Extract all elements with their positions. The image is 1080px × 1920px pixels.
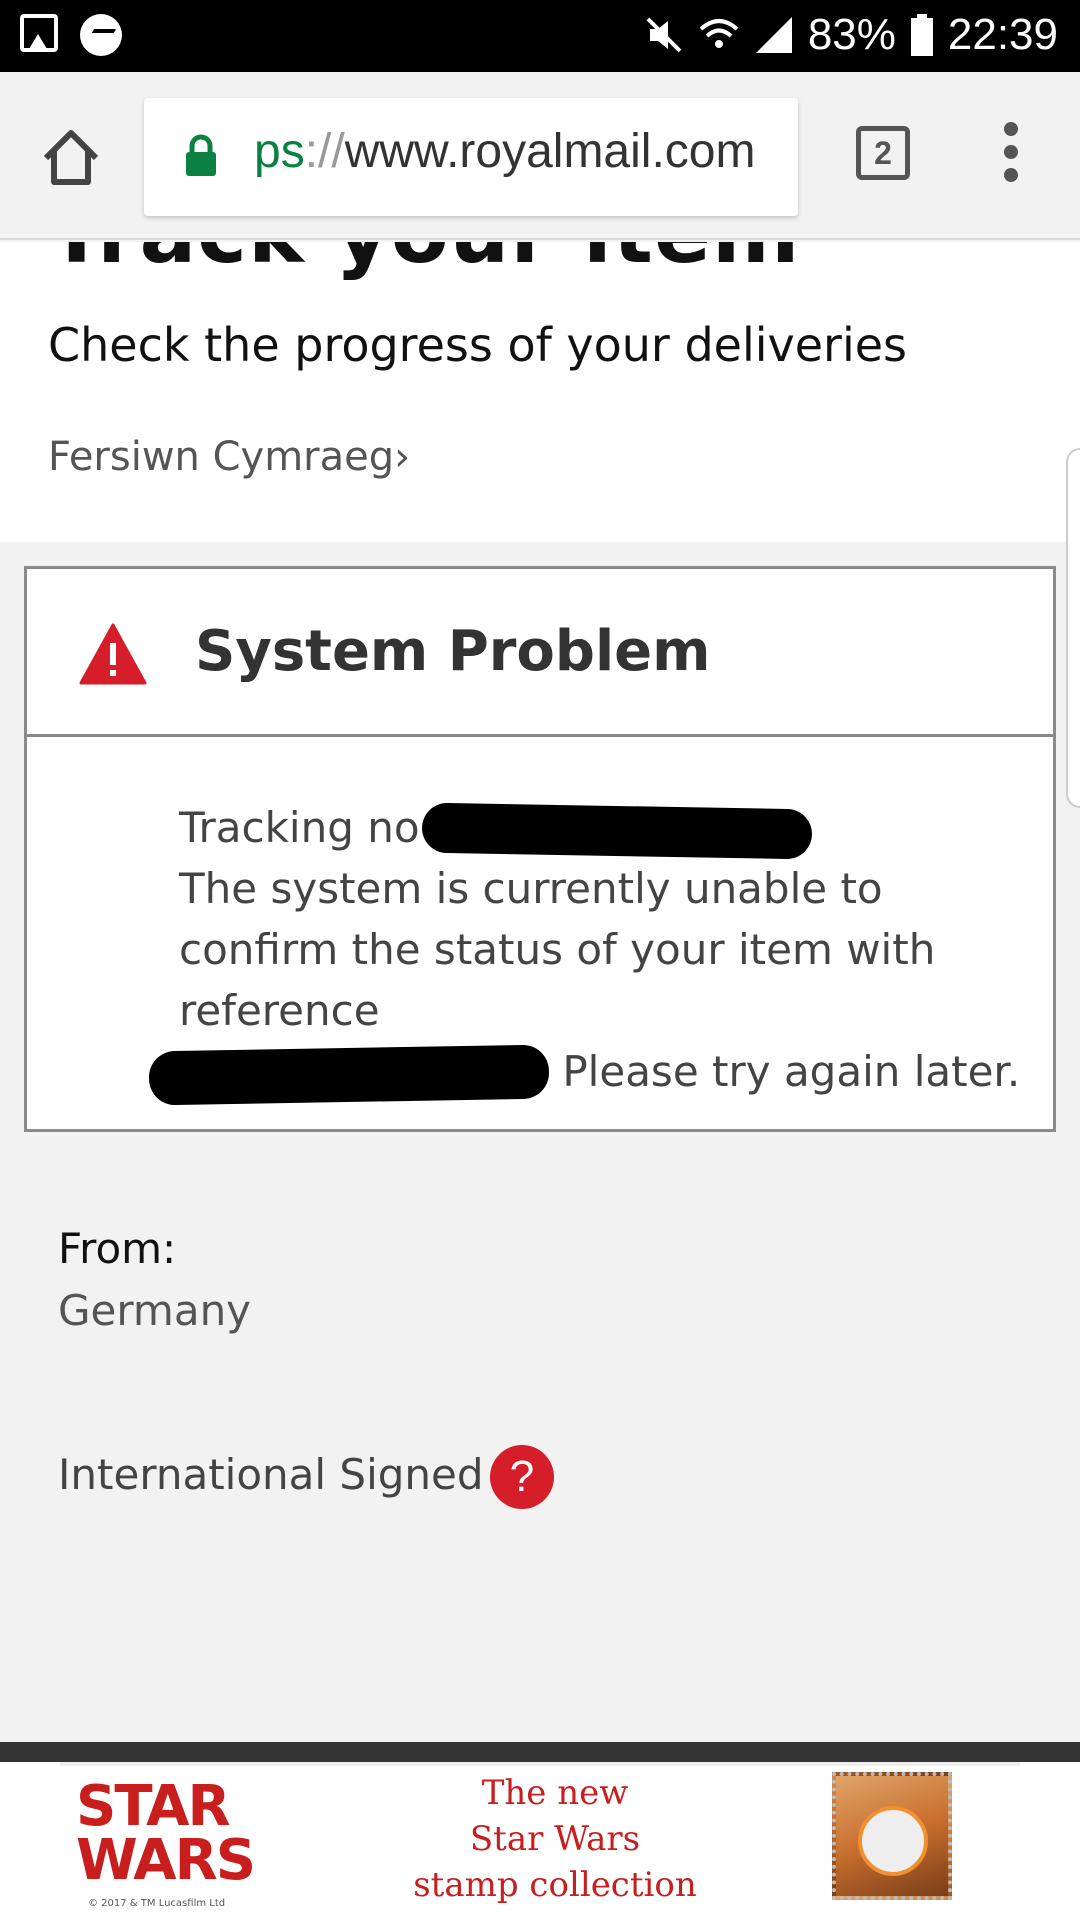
- messenger-icon: [80, 14, 122, 56]
- tracking-label: Tracking no: [179, 803, 420, 852]
- page-subtitle: Check the progress of your deliveries: [48, 318, 907, 372]
- warning-icon: [79, 623, 147, 685]
- url-scheme: ps: [254, 125, 305, 178]
- error-panel: System Problem Tracking no The system is…: [24, 566, 1056, 1132]
- ad-copyright: © 2017 & TM Lucasfilm Ltd: [88, 1898, 226, 1909]
- page-title: Track your item: [48, 242, 800, 282]
- error-header: System Problem: [27, 569, 1053, 737]
- wifi-icon: [699, 19, 739, 48]
- url-host: www.royalmail.com: [344, 125, 756, 178]
- battery-percent: 83%: [807, 10, 896, 59]
- star-wars-logo: STAR WARS: [76, 1774, 256, 1893]
- browser-toolbar: ps://www.royalmail.com 2: [0, 72, 1080, 240]
- clock: 22:39: [947, 10, 1058, 59]
- redaction-scribble: [421, 802, 812, 859]
- overflow-menu-icon[interactable]: [996, 122, 1026, 192]
- gallery-icon: [20, 14, 58, 52]
- ad-text: The new Star Wars stamp collection: [413, 1773, 697, 1905]
- url-text: ps://www.royalmail.com: [254, 124, 755, 179]
- from-label: From:: [58, 1224, 177, 1273]
- status-bar: 83% 22:39: [0, 0, 1080, 72]
- welsh-link-label: Fersiwn Cymraeg: [48, 434, 395, 480]
- help-icon[interactable]: ?: [490, 1445, 554, 1509]
- error-retry-text: Please try again later.: [562, 1047, 1021, 1096]
- mute-icon: [646, 17, 682, 53]
- battery-icon: [910, 14, 933, 56]
- stamp-image: [832, 1772, 952, 1900]
- chevron-right-icon: ›: [394, 434, 411, 480]
- error-message: Tracking no The system is currently unab…: [148, 797, 1039, 1105]
- side-feedback-tab[interactable]: [1066, 448, 1080, 808]
- service-type: International Signed: [58, 1450, 484, 1499]
- page-header: Track your item Check the progress of yo…: [0, 242, 1080, 542]
- redaction-scribble: [148, 1044, 550, 1105]
- tab-switcher-button[interactable]: 2: [856, 126, 910, 180]
- error-title: System Problem: [195, 619, 711, 684]
- from-value: Germany: [58, 1286, 252, 1335]
- welsh-version-link[interactable]: Fersiwn Cymraeg›: [48, 434, 410, 480]
- address-bar[interactable]: ps://www.royalmail.com: [144, 98, 798, 216]
- signal-icon: [755, 17, 792, 53]
- ad-banner[interactable]: STAR WARS © 2017 & TM Lucasfilm Ltd The …: [0, 1762, 1080, 1920]
- lock-icon: [186, 134, 216, 176]
- url-separator: ://: [304, 125, 345, 178]
- home-icon[interactable]: [38, 124, 104, 190]
- error-text: The system is currently unable to confir…: [179, 864, 936, 1035]
